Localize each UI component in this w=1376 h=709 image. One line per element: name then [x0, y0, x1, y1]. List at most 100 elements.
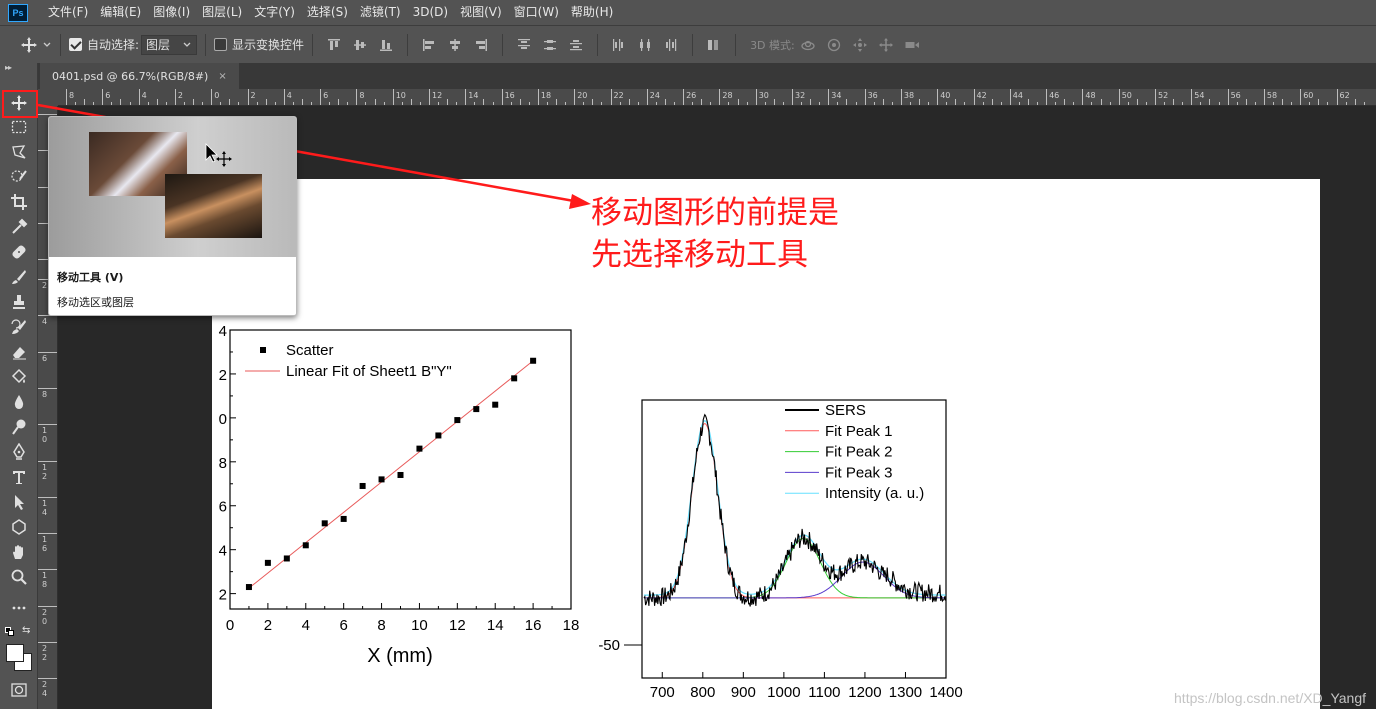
distribute-left-icon[interactable] [611, 37, 627, 53]
ruler-minor-tick [75, 102, 77, 105]
type-tool-icon[interactable] [4, 466, 34, 488]
menu-layer[interactable]: 图层(L) [196, 0, 248, 25]
lasso-tool-icon[interactable] [4, 141, 34, 163]
3d-camera-icon[interactable] [904, 37, 920, 53]
document-tab[interactable]: 0401.psd @ 66.7%(RGB/8#) × [40, 63, 239, 89]
brush-tool-icon[interactable] [4, 266, 34, 288]
ruler-minor-tick [265, 99, 267, 105]
ruler-minor-tick [928, 102, 930, 105]
3d-slide-icon[interactable] [878, 37, 894, 53]
align-right-icon[interactable] [473, 37, 489, 53]
foreground-color-swatch[interactable] [6, 644, 24, 662]
distribute-vcenter-icon[interactable] [542, 37, 558, 53]
distribute-right-icon[interactable] [663, 37, 679, 53]
ruler-label: 26 [686, 91, 697, 100]
align-bottom-icon[interactable] [378, 37, 394, 53]
auto-select-checkbox[interactable]: 自动选择: [69, 36, 139, 53]
ruler-label: 22 [613, 91, 624, 100]
legend-label: Fit Peak 2 [825, 444, 893, 461]
healing-brush-tool-icon[interactable] [4, 241, 34, 263]
move-tool-preset-icon[interactable] [20, 36, 52, 54]
shape-tool-icon[interactable] [4, 516, 34, 538]
auto-select-dropdown[interactable]: 图层 [141, 34, 198, 55]
menu-view[interactable]: 视图(V) [454, 0, 508, 25]
more-tools-icon[interactable] [4, 597, 34, 619]
close-icon[interactable]: × [218, 71, 226, 82]
ruler-tick [1191, 89, 1193, 105]
swap-colors-icon[interactable]: ⇆ [22, 625, 30, 636]
marquee-tool-icon[interactable] [4, 116, 34, 138]
auto-align-layers-icon[interactable] [706, 37, 722, 53]
ruler-tick [646, 89, 648, 105]
divider [597, 33, 599, 56]
align-horizontal-center-icon[interactable] [447, 37, 463, 53]
align-top-icon[interactable] [326, 37, 342, 53]
align-left-icon[interactable] [421, 37, 437, 53]
pen-tool-icon[interactable] [4, 441, 34, 463]
ruler-tick [610, 89, 612, 105]
ruler-minor-tick [410, 99, 412, 105]
ruler-minor-tick [873, 102, 875, 105]
menu-file[interactable]: 文件(F) [42, 0, 94, 25]
menu-window[interactable]: 窗口(W) [508, 0, 565, 25]
panel-collapse-icon[interactable]: ▸▸ [5, 63, 12, 72]
ruler-label: 2 2 [42, 644, 48, 662]
menu-filter[interactable]: 滤镜(T) [354, 0, 407, 25]
menu-select[interactable]: 选择(S) [301, 0, 354, 25]
ruler-minor-tick [882, 99, 884, 105]
ruler-label: 38 [903, 91, 915, 100]
quick-selection-tool-icon[interactable] [4, 166, 34, 188]
blur-tool-icon[interactable] [4, 391, 34, 413]
ruler-minor-tick [519, 99, 521, 105]
hand-tool-icon[interactable] [4, 541, 34, 563]
path-selection-tool-icon[interactable] [4, 491, 34, 513]
quick-mask-icon[interactable] [4, 679, 34, 701]
eyedropper-tool-icon[interactable] [4, 216, 34, 238]
ruler-label: 52 [1158, 91, 1169, 100]
x-tick-label: 1200 [848, 684, 881, 701]
ruler-label: 58 [1266, 91, 1278, 100]
ruler-minor-tick [1164, 102, 1166, 105]
menu-edit[interactable]: 编辑(E) [94, 0, 147, 25]
ruler-minor-tick [438, 102, 440, 105]
ruler-minor-tick [1136, 99, 1138, 105]
eraser-tool-icon[interactable] [4, 341, 34, 363]
distribute-bottom-icon[interactable] [568, 37, 584, 53]
default-colors-icon[interactable] [5, 627, 14, 636]
ruler-minor-tick [946, 102, 948, 105]
paint-bucket-tool-icon[interactable] [4, 366, 34, 388]
ruler-label: 20 [577, 91, 588, 100]
ruler-minor-tick [955, 99, 957, 105]
menu-help[interactable]: 帮助(H) [565, 0, 619, 25]
distribute-hcenter-icon[interactable] [637, 37, 653, 53]
ruler-minor-tick [338, 99, 340, 105]
3d-pan-icon[interactable] [852, 37, 868, 53]
menu-image[interactable]: 图像(I) [147, 0, 196, 25]
menu-type[interactable]: 文字(Y) [248, 0, 301, 25]
ruler-label: 34 [831, 91, 842, 100]
ruler-minor-tick [546, 102, 548, 105]
scatter-point [378, 476, 385, 483]
history-brush-tool-icon[interactable] [4, 316, 34, 338]
ruler-minor-tick [456, 102, 458, 105]
x-tick-label: 16 [525, 617, 542, 634]
distribute-top-icon[interactable] [516, 37, 532, 53]
3d-orbit-icon[interactable] [800, 37, 816, 53]
align-vertical-center-icon[interactable] [352, 37, 368, 53]
ruler-minor-tick [1363, 102, 1365, 105]
y-tick-label: 8 [219, 455, 227, 472]
x-tick-label: 1400 [929, 684, 962, 701]
dodge-tool-icon[interactable] [4, 416, 34, 438]
ruler-label: 60 [1303, 91, 1314, 100]
show-transform-checkbox[interactable]: 显示变换控件 [214, 36, 304, 53]
crop-tool-icon[interactable] [4, 191, 34, 213]
clone-stamp-tool-icon[interactable] [4, 291, 34, 313]
zoom-tool-icon[interactable] [4, 566, 34, 588]
3d-roll-icon[interactable] [826, 37, 842, 53]
menu-3d[interactable]: 3D(D) [407, 0, 454, 25]
horizontal-ruler[interactable]: 8 6 4 2 0 2 4 6 8 10 12 14 16 18 20 22 24 26 28 30 32 34 36 38 4… [58, 89, 1376, 106]
ruler-minor-tick [782, 102, 784, 105]
ruler-tick [38, 605, 57, 607]
ruler-tick [501, 89, 503, 105]
ruler-label: 32 [795, 91, 806, 100]
